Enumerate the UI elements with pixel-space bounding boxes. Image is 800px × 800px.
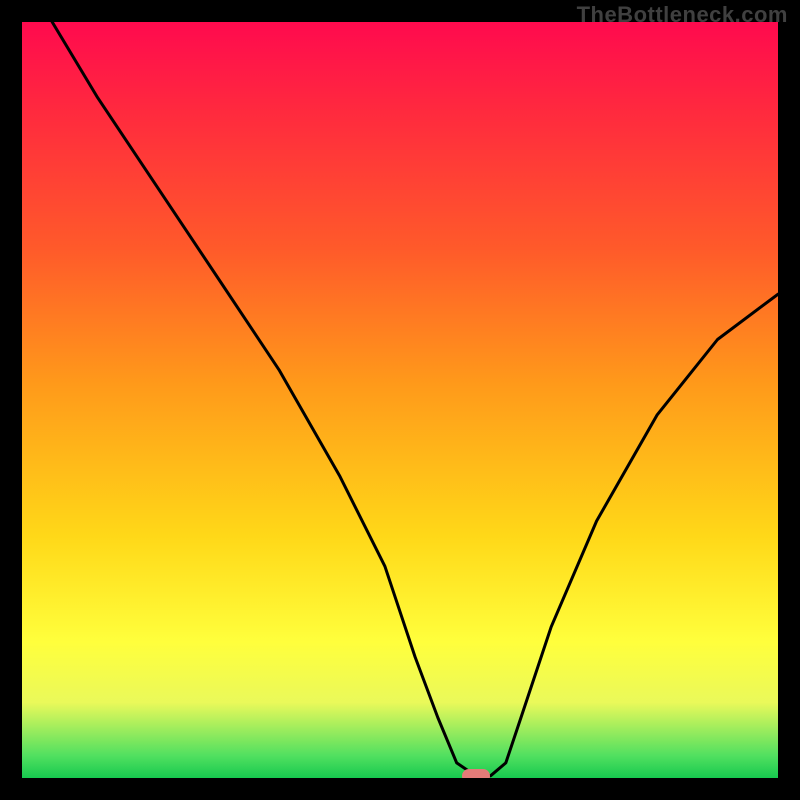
plot-area [22,22,778,778]
bottleneck-min-marker [462,769,490,778]
bottleneck-curve [22,22,778,778]
chart-container: TheBottleneck.com [0,0,800,800]
watermark-text: TheBottleneck.com [577,2,788,28]
